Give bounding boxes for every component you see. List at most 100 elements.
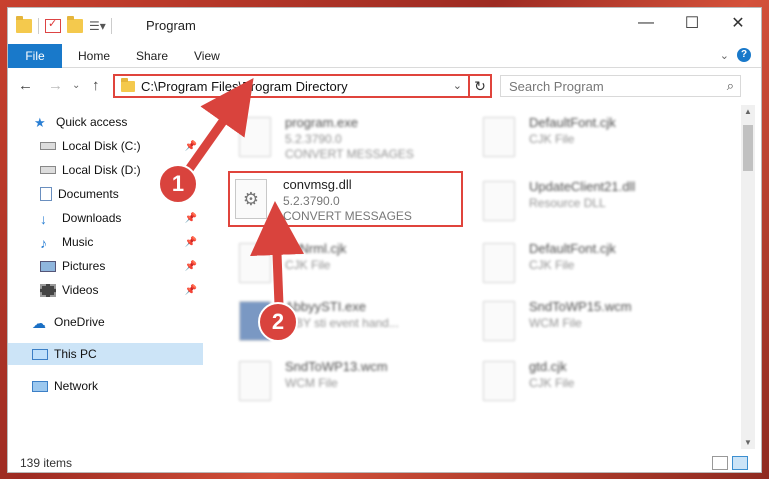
recent-locations-icon[interactable]: ⌄ xyxy=(72,80,80,91)
file-name: UpdateClient21.dll xyxy=(529,179,636,194)
item-count: 139 items xyxy=(20,456,73,470)
file-item[interactable]: program.exe 5.2.3790.0 CONVERT MESSAGES xyxy=(239,113,479,169)
refresh-icon[interactable]: ↻ xyxy=(468,74,490,98)
sidebar-item-label: Music xyxy=(62,235,94,249)
file-name: gtd.cjk xyxy=(529,359,567,374)
window-controls: — ☐ ✕ xyxy=(623,8,761,38)
scrollbar-thumb[interactable] xyxy=(743,125,753,171)
tab-share[interactable]: Share xyxy=(136,44,168,68)
large-icons-view-icon[interactable] xyxy=(732,456,748,470)
customize-toolbar-icon[interactable]: ☰▾ xyxy=(89,19,106,33)
expand-ribbon-icon[interactable]: ⌄ xyxy=(720,49,729,62)
address-bar[interactable]: C:\Program Files\Program Directory ⌄ ↻ xyxy=(113,74,492,98)
file-item[interactable]: UpdateClient21.dll Resource DLL xyxy=(483,177,723,233)
sidebar-item-label: OneDrive xyxy=(54,315,105,329)
file-type: CJK File xyxy=(529,376,575,390)
file-description: CONVERT MESSAGES xyxy=(285,147,414,161)
file-item[interactable]: gtd.cjk CJK File xyxy=(483,357,723,413)
file-name: DefaultFont.cjk xyxy=(529,115,616,130)
file-item[interactable]: ...tNrml.cjk CJK File xyxy=(239,239,479,295)
sidebar-item-downloads[interactable]: ↓ Downloads 📌 xyxy=(8,207,203,229)
address-path[interactable]: C:\Program Files\Program Directory xyxy=(141,79,348,94)
new-folder-icon[interactable] xyxy=(67,16,83,33)
sidebar-item-label: This PC xyxy=(54,347,97,361)
pin-icon[interactable]: 📌 xyxy=(185,237,197,248)
search-icon[interactable]: ⌕ xyxy=(727,78,734,94)
scroll-up-icon[interactable]: ▲ xyxy=(741,107,755,116)
pin-icon[interactable]: 📌 xyxy=(185,261,197,272)
scroll-down-icon[interactable]: ▼ xyxy=(741,438,755,447)
sidebar-item-music[interactable]: ♪ Music 📌 xyxy=(8,231,203,253)
window-title: Program xyxy=(146,18,196,33)
tab-view[interactable]: View xyxy=(194,44,220,68)
file-item[interactable]: DefaultFont.cjk CJK File xyxy=(483,113,723,169)
maximize-button[interactable]: ☐ xyxy=(669,8,715,38)
sidebar-item-label: Documents xyxy=(58,187,119,201)
sidebar-item-label: Downloads xyxy=(62,211,122,225)
file-icon xyxy=(483,243,515,283)
computer-icon xyxy=(32,348,48,360)
file-type: Resource DLL xyxy=(529,196,606,210)
details-view-icon[interactable] xyxy=(712,456,728,470)
star-icon: ★ xyxy=(34,115,46,130)
pin-icon[interactable]: 📌 xyxy=(185,213,197,224)
sidebar-item-label: Local Disk (C:) xyxy=(62,139,141,153)
file-item[interactable]: DefaultFont.cjk CJK File xyxy=(483,239,723,295)
sidebar-item-local-disk-c[interactable]: Local Disk (C:) 📌 xyxy=(8,135,203,157)
file-name: DefaultFont.cjk xyxy=(529,241,616,256)
file-item[interactable]: SndToWP13.wcm WCM File xyxy=(239,357,479,413)
search-input[interactable]: Search Program ⌕ xyxy=(500,75,741,97)
search-placeholder: Search Program xyxy=(509,79,604,94)
chevron-down-icon[interactable]: ⌄ xyxy=(453,79,462,92)
file-description: ...BY sti event hand... xyxy=(285,316,399,330)
sidebar-item-onedrive[interactable]: ☁ OneDrive xyxy=(8,311,203,333)
ribbon-tabs: File Home Share View ⌄ ? xyxy=(8,44,761,68)
music-icon: ♪ xyxy=(40,235,47,251)
close-button[interactable]: ✕ xyxy=(715,8,761,38)
file-type: CJK File xyxy=(285,258,331,272)
tab-file[interactable]: File xyxy=(8,44,62,68)
documents-icon xyxy=(40,187,52,201)
vertical-scrollbar[interactable]: ▲ ▼ xyxy=(741,105,755,449)
sidebar-item-pictures[interactable]: Pictures 📌 xyxy=(8,255,203,277)
file-icon xyxy=(483,301,515,341)
dll-gear-icon xyxy=(483,181,515,221)
properties-icon[interactable] xyxy=(45,17,61,33)
tab-home[interactable]: Home xyxy=(78,44,110,68)
file-icon xyxy=(239,361,271,401)
file-name: SndToWP13.wcm xyxy=(285,359,388,374)
sidebar-item-quick-access[interactable]: ★ Quick access xyxy=(8,111,203,133)
exe-file-icon xyxy=(239,117,271,157)
file-icon xyxy=(483,117,515,157)
sidebar-item-label: Quick access xyxy=(56,115,128,129)
file-name: ...tNrml.cjk xyxy=(285,241,347,256)
quick-access-toolbar: ☰▾ xyxy=(16,16,112,34)
forward-icon[interactable]: → xyxy=(48,77,63,94)
file-list: program.exe 5.2.3790.0 CONVERT MESSAGES … xyxy=(211,105,738,450)
up-icon[interactable]: ↑ xyxy=(92,77,100,94)
help-icon[interactable]: ? xyxy=(737,48,751,62)
minimize-button[interactable]: — xyxy=(623,8,669,38)
step-2-badge: 2 xyxy=(258,302,298,342)
sidebar-item-label: Network xyxy=(54,379,99,393)
videos-icon xyxy=(40,283,56,297)
explorer-window: ☰▾ Program — ☐ ✕ File Home Share View ⌄ … xyxy=(7,7,762,473)
sidebar-item-network[interactable]: Network xyxy=(8,375,203,397)
highlight-box xyxy=(228,171,463,227)
drive-icon xyxy=(40,142,56,150)
sidebar-item-videos[interactable]: Videos 📌 xyxy=(8,279,203,301)
pictures-icon xyxy=(40,260,56,272)
separator xyxy=(111,18,112,34)
pin-icon[interactable]: 📌 xyxy=(185,141,197,152)
ribbon-help: ⌄ ? xyxy=(720,48,751,62)
sidebar-item-this-pc[interactable]: This PC xyxy=(8,343,203,365)
back-icon[interactable]: ← xyxy=(18,77,33,94)
pin-icon[interactable]: 📌 xyxy=(185,285,197,296)
navigation-pane: ★ Quick access Local Disk (C:) 📌 Local D… xyxy=(8,107,203,447)
sidebar-item-label: Local Disk (D:) xyxy=(62,163,141,177)
file-type: CJK File xyxy=(529,258,575,272)
file-version: 5.2.3790.0 xyxy=(285,132,342,146)
network-icon xyxy=(32,380,48,392)
file-item[interactable]: SndToWP15.wcm WCM File xyxy=(483,297,723,353)
file-icon xyxy=(239,243,271,283)
